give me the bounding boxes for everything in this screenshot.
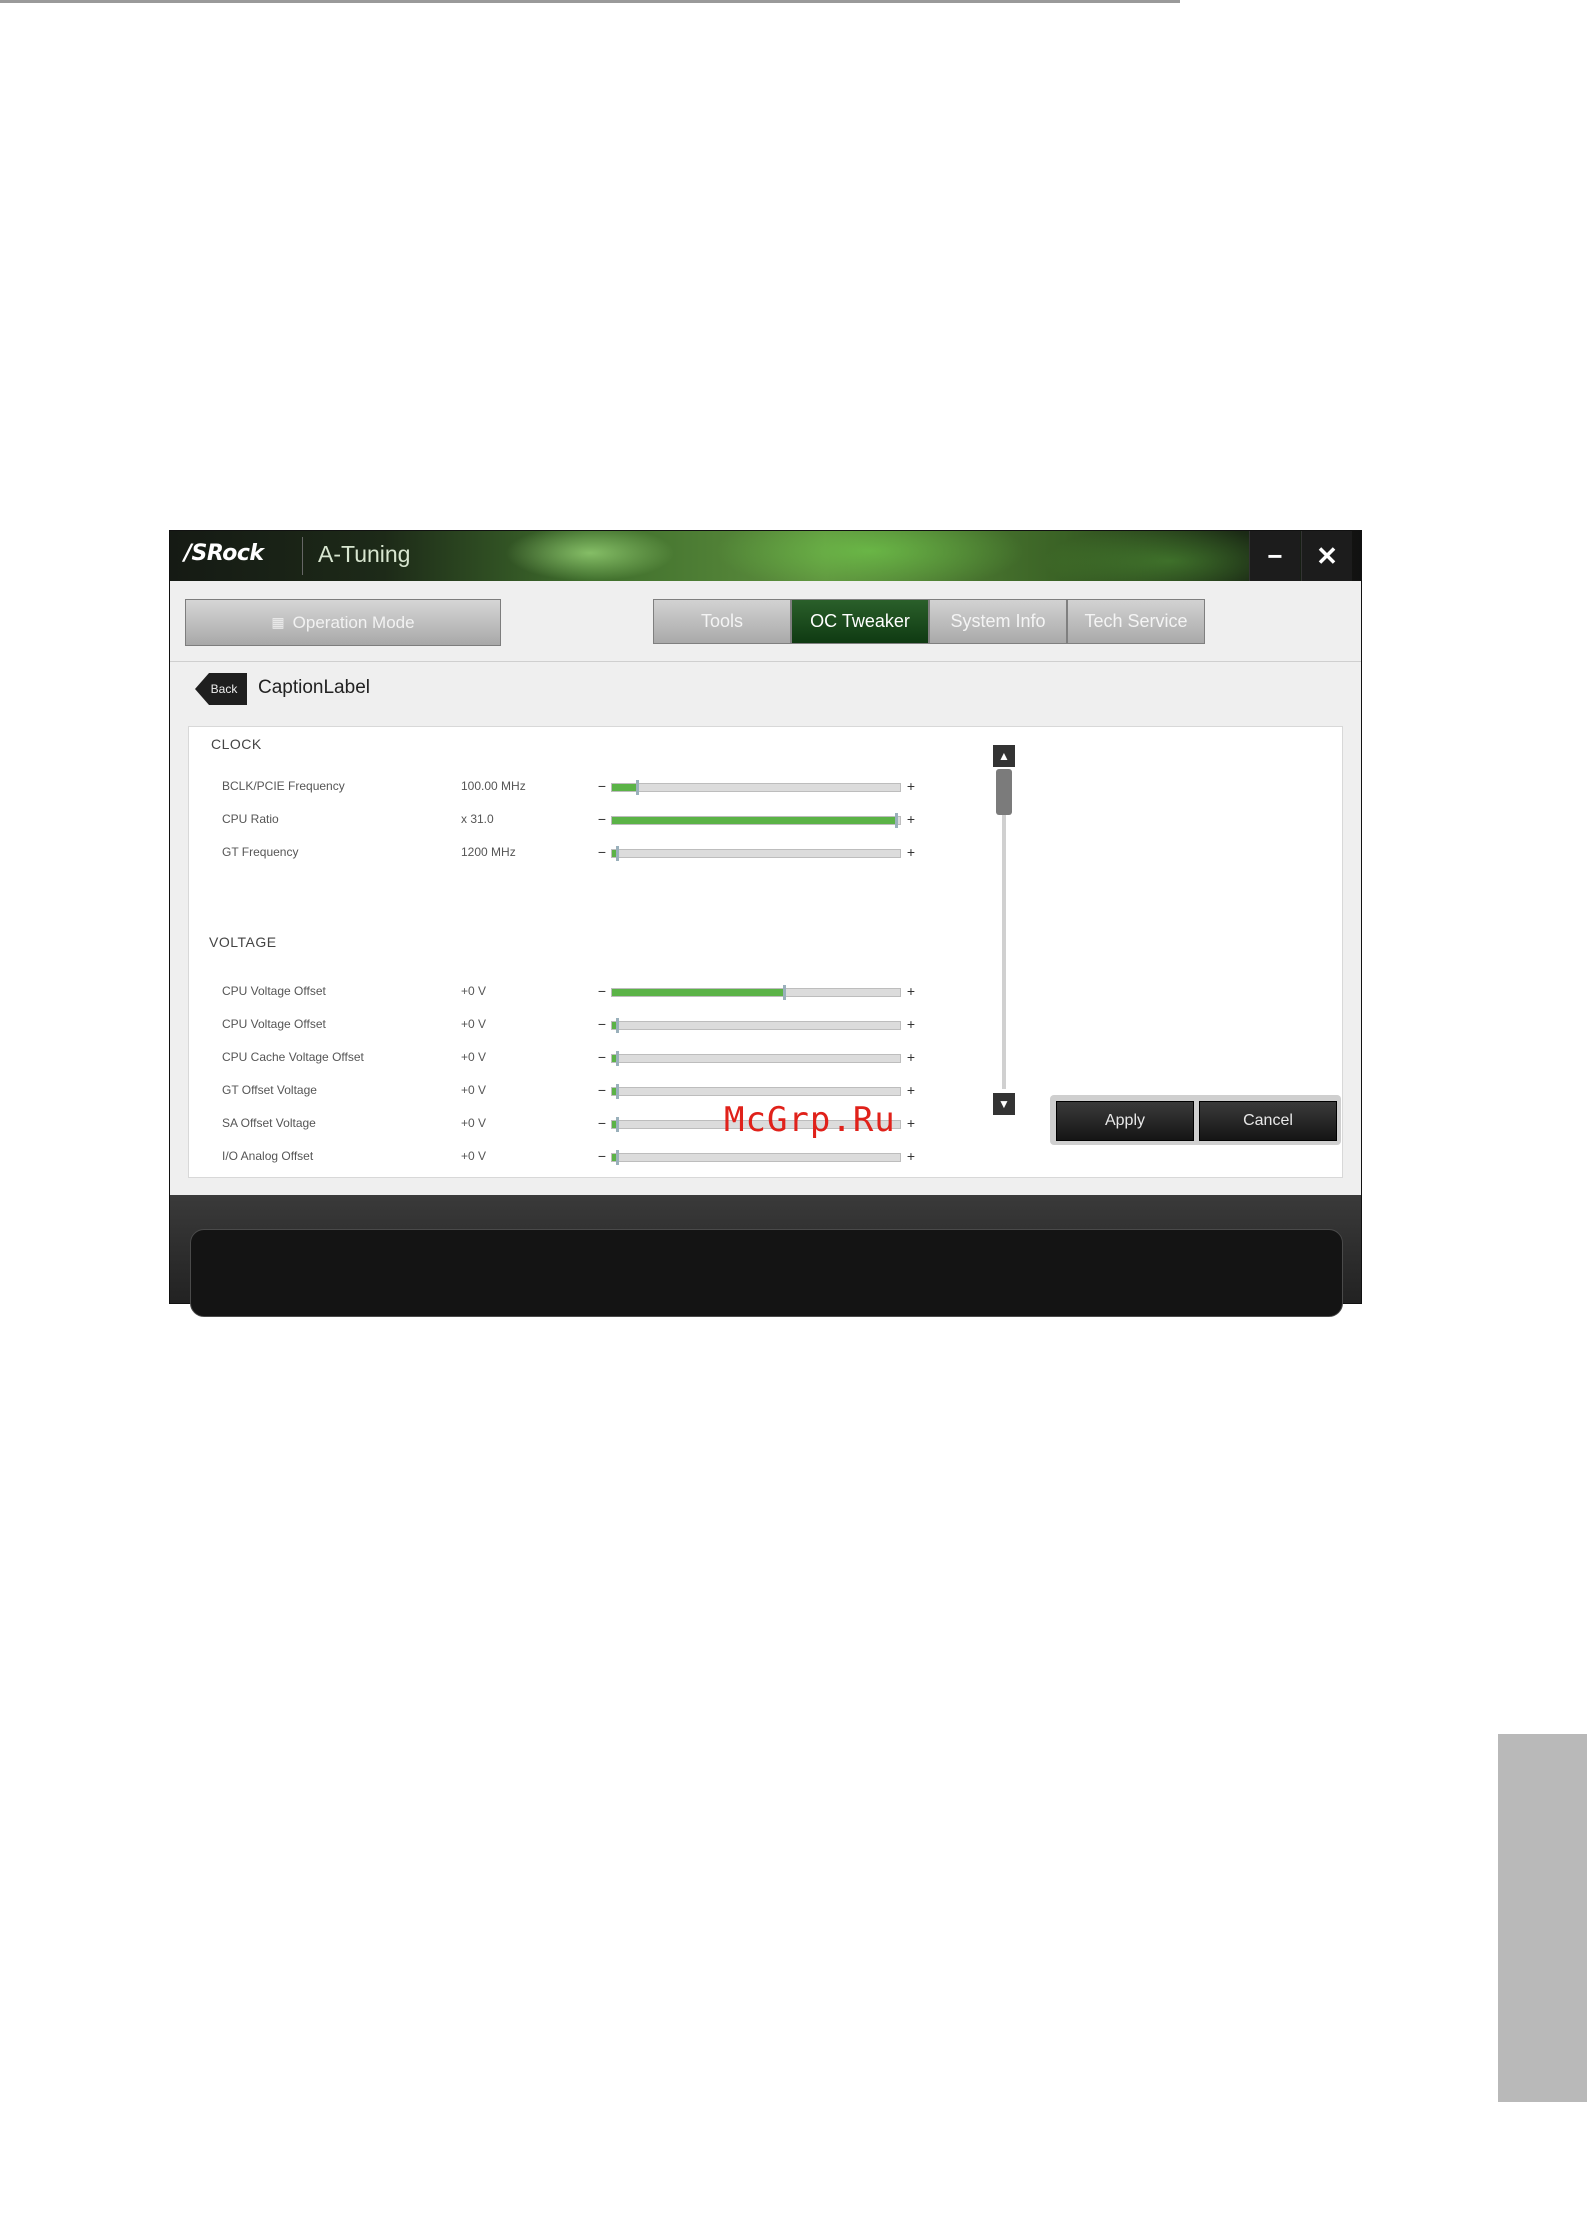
vertical-scrollbar[interactable]: ▲ ▼ [993, 745, 1015, 1115]
slider-track[interactable] [611, 985, 901, 1000]
scroll-up-icon[interactable]: ▲ [993, 745, 1015, 767]
tab-system-info[interactable]: System Info [929, 599, 1067, 644]
operation-mode-button[interactable]: ▦ Operation Mode [185, 599, 501, 646]
cancel-button[interactable]: Cancel [1199, 1101, 1337, 1141]
tab-bar: Tools OC Tweaker System Info Tech Servic… [653, 599, 1205, 644]
slider-track[interactable] [611, 1084, 901, 1099]
setting-value: +0 V [461, 984, 487, 998]
increment-button[interactable]: + [904, 1083, 918, 1097]
page-side-tab [1498, 1734, 1587, 2102]
slider-handle[interactable] [895, 813, 899, 828]
title-bar: /SRock A-Tuning − ✕ [170, 531, 1361, 581]
decrement-button[interactable]: − [595, 845, 609, 859]
setting-value: +0 V [461, 1116, 487, 1130]
setting-value: x 31.0 [461, 812, 494, 826]
slider-handle[interactable] [615, 1018, 619, 1033]
tab-oc-tweaker[interactable]: OC Tweaker [791, 599, 929, 644]
decrement-button[interactable]: − [595, 1083, 609, 1097]
slider-handle[interactable] [615, 1084, 619, 1099]
slider-handle[interactable] [615, 1150, 619, 1165]
slider-handle[interactable] [782, 985, 786, 1000]
minimize-icon: − [1267, 540, 1283, 571]
tab-tech-service[interactable]: Tech Service [1067, 599, 1205, 644]
tab-label: Tech Service [1084, 611, 1188, 631]
watermark: McGrp.Ru [724, 1100, 896, 1140]
grid-icon: ▦ [271, 614, 285, 630]
operation-mode-label: Operation Mode [292, 612, 415, 632]
caption-label: CaptionLabel [258, 677, 370, 698]
setting-value: +0 V [461, 1083, 487, 1097]
slider-track[interactable] [611, 1051, 901, 1066]
slider-handle[interactable] [635, 780, 639, 795]
title-divider [302, 537, 303, 575]
increment-button[interactable]: + [904, 812, 918, 826]
app-title: A-Tuning [318, 541, 411, 567]
minimize-button[interactable]: − [1249, 531, 1300, 581]
setting-label: GT Offset Voltage [222, 1083, 317, 1097]
setting-value: +0 V [461, 1149, 487, 1163]
setting-label: GT Frequency [222, 845, 299, 859]
slider-fill [612, 784, 638, 791]
setting-value: +0 V [461, 1017, 487, 1031]
slider-track[interactable] [611, 1150, 901, 1165]
section-title-voltage: VOLTAGE [209, 934, 277, 950]
setting-label: CPU Voltage Offset [222, 1017, 326, 1031]
slider-track[interactable] [611, 846, 901, 861]
setting-label: CPU Voltage Offset [222, 984, 326, 998]
decrement-button[interactable]: − [595, 1017, 609, 1031]
increment-button[interactable]: + [904, 779, 918, 793]
main-content: ▦ Operation Mode Tools OC Tweaker System… [170, 581, 1361, 1195]
back-label: Back [210, 682, 238, 696]
decrement-button[interactable]: − [595, 812, 609, 826]
tab-label: OC Tweaker [810, 611, 910, 631]
increment-button[interactable]: + [904, 1116, 918, 1130]
section-title-clock: CLOCK [211, 736, 262, 752]
decrement-button[interactable]: − [595, 1149, 609, 1163]
atuning-window: /SRock A-Tuning − ✕ ▦ Operation Mode Too… [170, 531, 1361, 1317]
scroll-rail[interactable] [1002, 769, 1006, 1089]
status-footer [170, 1195, 1361, 1317]
increment-button[interactable]: + [904, 1149, 918, 1163]
decrement-button[interactable]: − [595, 1050, 609, 1064]
slider-fill [612, 989, 785, 996]
increment-button[interactable]: + [904, 1017, 918, 1031]
back-button[interactable]: Back [195, 673, 247, 705]
toolbar-divider [170, 661, 1361, 662]
slider-handle[interactable] [615, 1051, 619, 1066]
slider-track[interactable] [611, 1018, 901, 1033]
settings-panel: CLOCK BCLK/PCIE Frequency 100.00 MHz − +… [188, 726, 1343, 1178]
setting-label: SA Offset Voltage [222, 1116, 316, 1130]
setting-label: CPU Ratio [222, 812, 279, 826]
increment-button[interactable]: + [904, 984, 918, 998]
slider-handle[interactable] [615, 1117, 619, 1132]
slider-handle[interactable] [615, 846, 619, 861]
scroll-thumb[interactable] [996, 769, 1012, 815]
close-button[interactable]: ✕ [1301, 531, 1352, 581]
tab-label: Tools [700, 611, 744, 631]
tab-tools[interactable]: Tools [653, 599, 791, 644]
status-display [190, 1229, 1343, 1317]
increment-button[interactable]: + [904, 845, 918, 859]
slider-track[interactable] [611, 780, 901, 795]
asrock-logo: /SRock [184, 541, 264, 566]
increment-button[interactable]: + [904, 1050, 918, 1064]
decrement-button[interactable]: − [595, 779, 609, 793]
decrement-button[interactable]: − [595, 1116, 609, 1130]
tab-label: System Info [950, 611, 1046, 631]
scroll-down-icon[interactable]: ▼ [993, 1093, 1015, 1115]
slider-fill [612, 817, 898, 824]
page-top-rule [0, 0, 1180, 3]
setting-value: +0 V [461, 1050, 487, 1064]
setting-value: 1200 MHz [461, 845, 516, 859]
decrement-button[interactable]: − [595, 984, 609, 998]
setting-label: CPU Cache Voltage Offset [222, 1050, 364, 1064]
setting-value: 100.00 MHz [461, 779, 526, 793]
apply-button[interactable]: Apply [1056, 1101, 1194, 1141]
slider-track[interactable] [611, 813, 901, 828]
close-icon: ✕ [1316, 540, 1338, 571]
setting-label: BCLK/PCIE Frequency [222, 779, 345, 793]
setting-label: I/O Analog Offset [222, 1149, 314, 1163]
